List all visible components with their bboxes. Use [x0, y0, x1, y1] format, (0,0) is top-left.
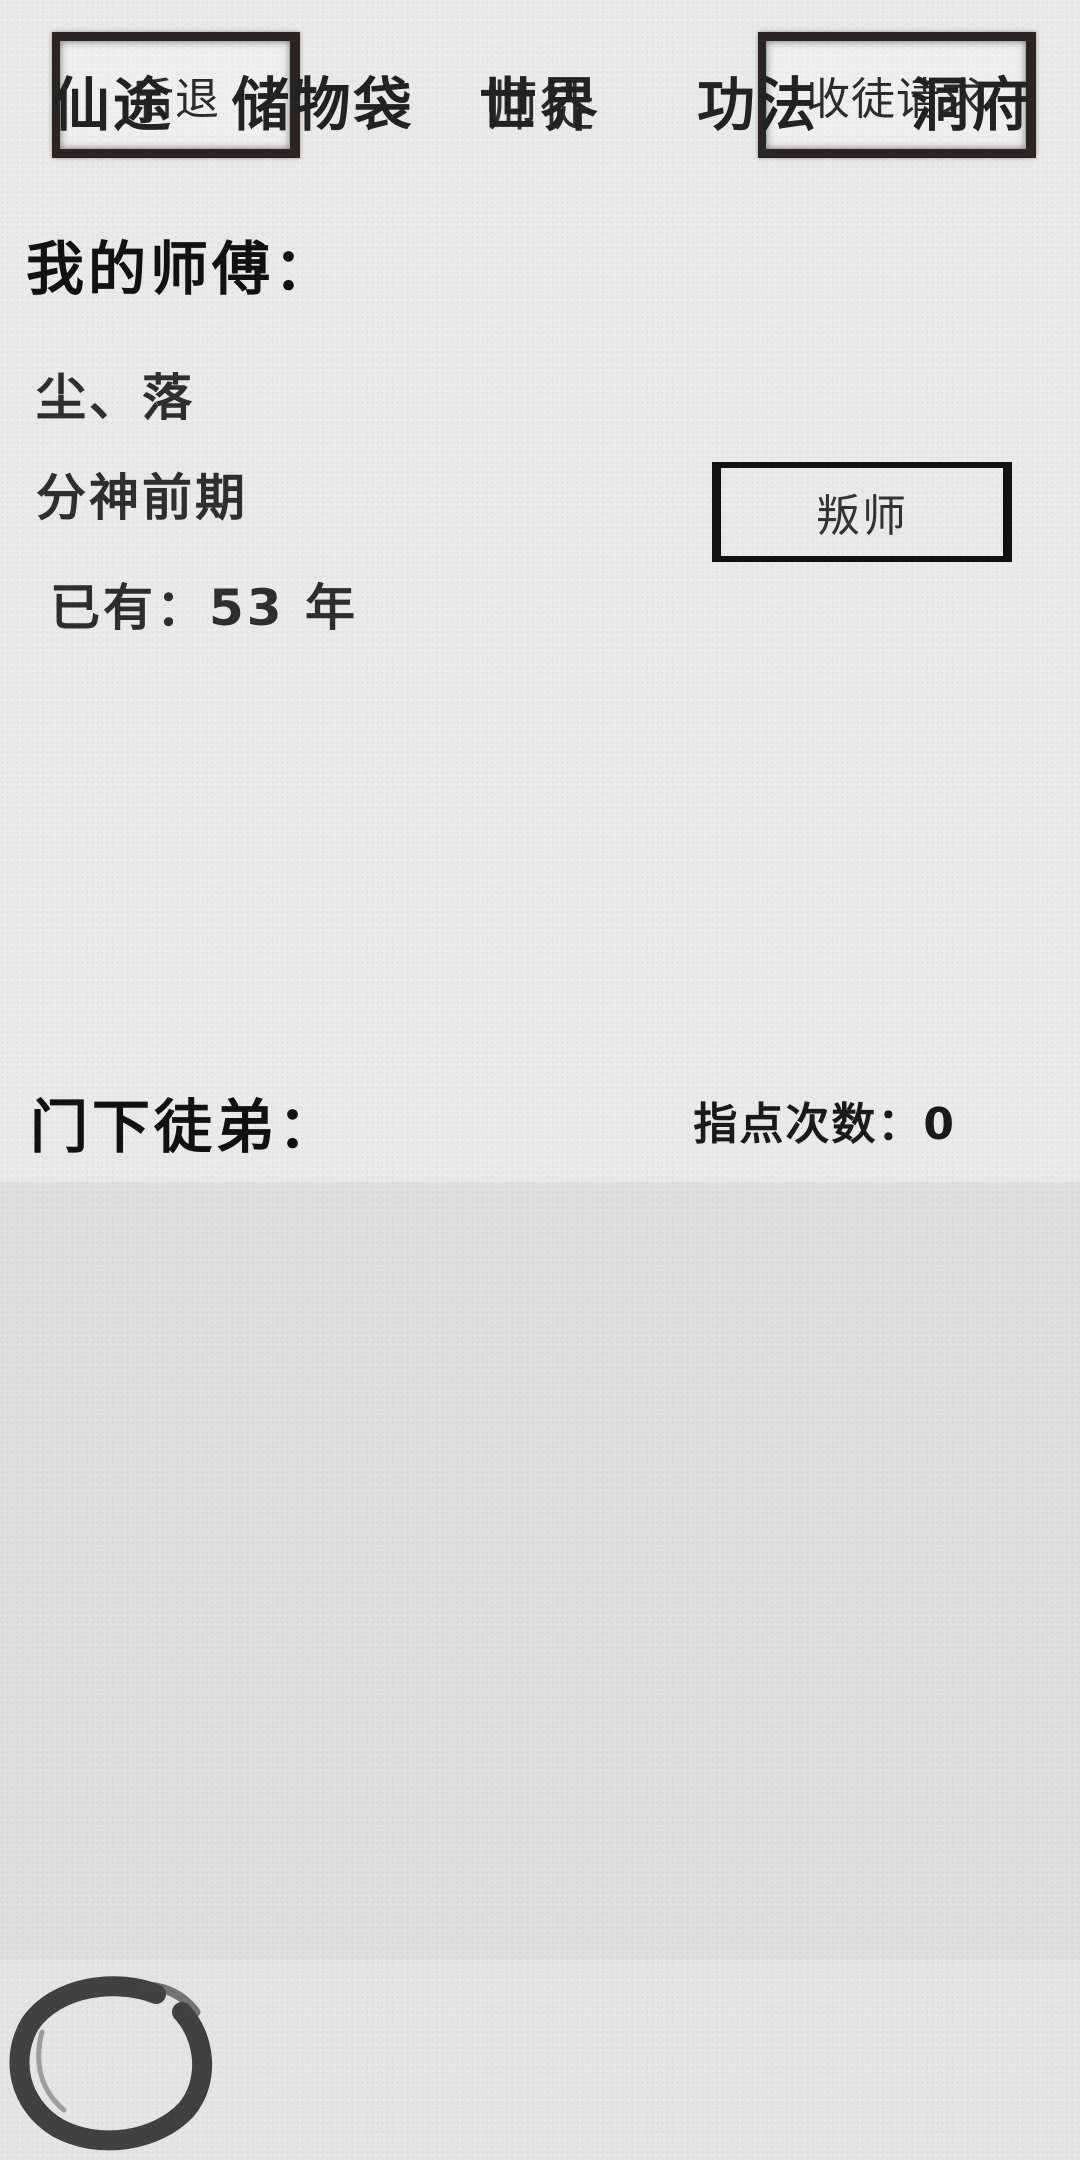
- nav-tab-storage-bag[interactable]: 储物袋: [228, 50, 418, 150]
- master-realm: 分神前期: [36, 469, 248, 527]
- guidance-count: 指点次数：0: [693, 1088, 956, 1152]
- disciple-list[interactable]: [0, 1182, 1080, 1960]
- disciples-heading: 门下徒弟：: [30, 1093, 341, 1161]
- master-years: 已有：53 年: [50, 579, 358, 637]
- nav-tab-world[interactable]: 世界: [470, 50, 610, 150]
- ink-circle-icon: [9, 1976, 213, 2151]
- guidance-count-label: 指点次数：: [693, 1099, 924, 1150]
- betray-master-button[interactable]: 叛师: [712, 462, 1012, 562]
- guidance-count-value: 0: [923, 1099, 956, 1150]
- nav-tab-skills[interactable]: 功法: [688, 50, 828, 150]
- nav-tab-xiantu[interactable]: 仙途: [28, 50, 198, 150]
- my-master-heading: 我的师傅：: [26, 235, 337, 303]
- master-name: 尘、落: [36, 369, 195, 427]
- nav-tab-cave-dwelling[interactable]: 洞府: [902, 50, 1042, 150]
